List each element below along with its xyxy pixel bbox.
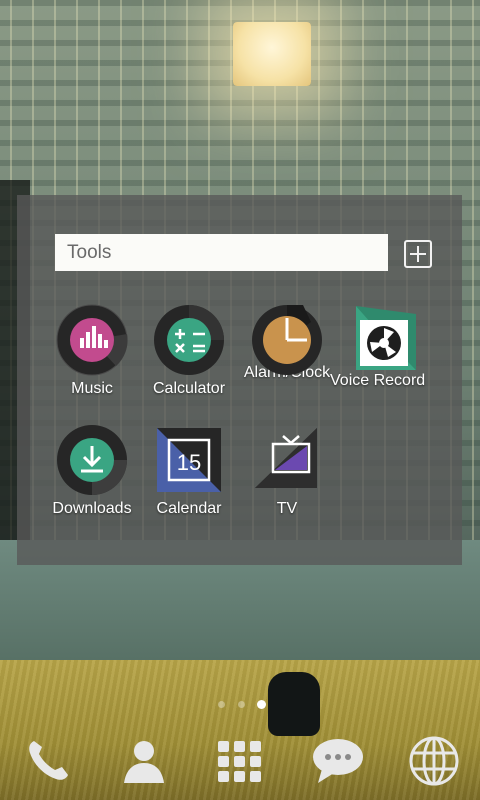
download-icon [56, 424, 128, 496]
page-dot [238, 701, 245, 708]
app-tv[interactable]: TV [227, 424, 347, 518]
calendar-day-number: 15 [177, 450, 201, 475]
app-voice-recorder[interactable]: Voice Record [330, 300, 480, 390]
page-dot [218, 701, 225, 708]
page-indicator [218, 700, 278, 710]
browser-icon[interactable] [408, 735, 460, 787]
clock-icon [251, 296, 323, 375]
folder-name-field[interactable]: Tools [55, 234, 388, 271]
calendar-icon: 15 [153, 424, 225, 496]
phone-icon[interactable] [22, 735, 74, 787]
contacts-icon[interactable] [118, 735, 170, 787]
calculator-icon [153, 304, 225, 376]
app-label: TV [276, 500, 298, 517]
voice-recorder-icon [350, 300, 422, 372]
wall-lamp [233, 22, 311, 86]
app-alarm-clock[interactable]: Alarm/Clock [227, 296, 347, 382]
messages-icon[interactable] [310, 735, 363, 787]
add-app-button[interactable] [404, 240, 432, 268]
apps-grid-icon[interactable] [214, 735, 266, 787]
page-dot-active [257, 700, 266, 709]
music-icon [56, 304, 128, 376]
tv-icon [251, 424, 323, 496]
app-label: Calculator [152, 380, 226, 397]
